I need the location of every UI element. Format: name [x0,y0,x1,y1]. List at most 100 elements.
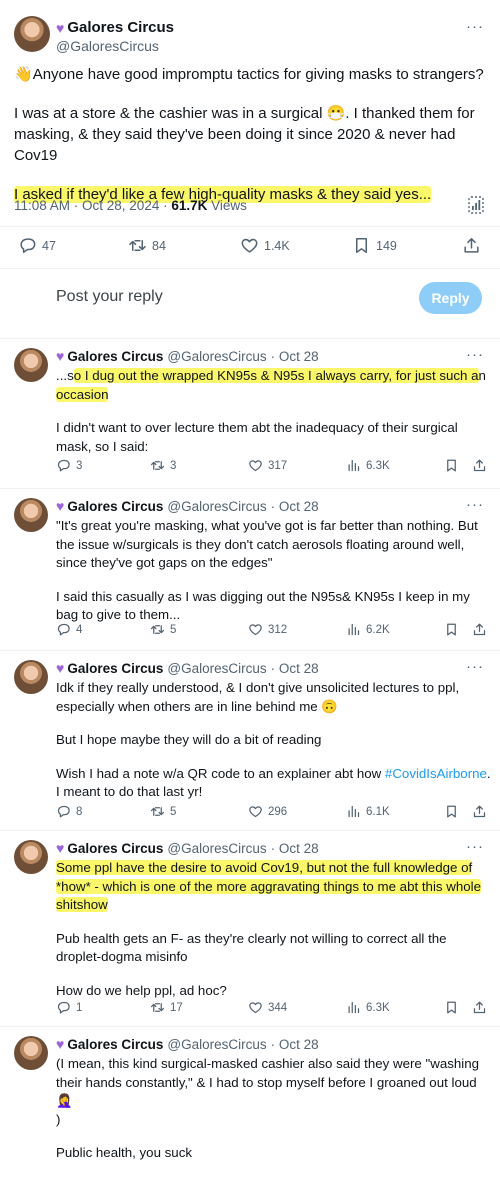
more-dots-icon[interactable]: ··· [466,838,484,855]
repost-action[interactable]: 17 [150,1000,183,1015]
reply-paragraph: How do we help ppl, ad hoc? [56,982,227,998]
repost-action[interactable]: 84 [128,236,166,255]
views-action[interactable]: 6.2K [346,622,390,637]
repost-action[interactable]: 5 [150,804,176,819]
reply-tweet[interactable]: ♥ Galores Circus @GaloresCircus · Oct 28… [0,832,500,1028]
author-handle[interactable]: @GaloresCircus [56,38,159,54]
reply-tweet[interactable]: ♥ Galores Circus @GaloresCircus · Oct 28… [0,1028,500,1160]
views-action[interactable]: 6.1K [346,804,390,819]
author-name[interactable]: Galores Circus [67,19,174,36]
divider [0,830,500,831]
repost-action[interactable]: 3 [150,458,176,473]
reply-handle[interactable]: @GaloresCircus [167,499,266,514]
like-action[interactable]: 312 [248,622,287,637]
reply-author-name[interactable]: Galores Circus [67,349,163,364]
highlighted-text: o I dug out the wrapped KN95s & N95s I a… [73,368,479,383]
reply-handle[interactable]: @GaloresCircus [167,661,266,676]
reply-header: ♥ Galores Circus @GaloresCircus · Oct 28 [56,1036,319,1052]
reply-action[interactable]: 3 [56,458,82,473]
bookmark-action[interactable] [444,458,464,473]
views-bars-icon [348,459,360,472]
more-dots-icon[interactable]: ··· [466,496,484,513]
highlighted-text: Some ppl have the desire to avoid Cov19,… [56,860,481,912]
bookmark-icon [447,459,456,472]
highlighted-text: occasion [56,386,109,402]
share-action[interactable] [472,804,492,819]
bookmark-action[interactable] [444,1000,464,1015]
reply-action[interactable]: 4 [56,622,82,637]
reply-avatar[interactable] [14,498,48,532]
like-action[interactable]: 296 [248,804,287,819]
reply-paragraph: Idk if they really understood, & I don't… [56,680,460,714]
reply-date[interactable]: · Oct 28 [271,349,319,364]
author-name-row[interactable]: ♥ Galores Circus [56,19,174,36]
more-dots-icon[interactable]: ··· [466,18,484,35]
reply-date[interactable]: · Oct 28 [271,661,319,676]
hashtag-link[interactable]: #CovidIsAirborne [385,766,487,781]
like-action[interactable]: 1.4K [240,236,290,255]
share-action[interactable] [472,622,492,637]
bookmark-action[interactable] [444,804,464,819]
reply-actions: 8 5 296 6.1K [0,804,500,824]
reply-date[interactable]: · Oct 28 [271,1037,319,1052]
reply-paragraph: (I mean, this kind surgical-masked cashi… [56,1056,480,1127]
tweet-time[interactable]: 11:08 AM · Oct 28, 2024 · [14,198,171,213]
reply-text: (I mean, this kind surgical-masked cashi… [56,1055,492,1178]
share-action[interactable] [472,458,492,473]
reply-date[interactable]: · Oct 28 [271,499,319,514]
divider [0,226,500,227]
reply-author-name[interactable]: Galores Circus [67,1037,163,1052]
heart-icon [249,460,262,472]
views-action[interactable]: 6.3K [346,1000,390,1015]
like-action[interactable]: 344 [248,1000,287,1015]
repost-action[interactable]: 5 [150,622,176,637]
reply-tweet[interactable]: ♥ Galores Circus @GaloresCircus · Oct 28… [0,652,500,832]
views-bars-icon [348,805,360,818]
reply-author-name[interactable]: Galores Circus [67,841,163,856]
reply-handle[interactable]: @GaloresCircus [167,1037,266,1052]
reply-action[interactable]: 47 [18,236,56,255]
reply-handle[interactable]: @GaloresCircus [167,841,266,856]
reply-action[interactable]: 1 [56,1000,82,1015]
share-action[interactable] [472,1000,492,1015]
reply-icon [57,459,70,472]
divider [0,268,500,269]
reply-tweet[interactable]: ♥ Galores Circus @GaloresCircus · Oct 28… [0,490,500,652]
reply-author-name[interactable]: Galores Circus [67,661,163,676]
reply-actions: 1 17 344 6.3K [0,1000,500,1020]
bookmark-icon [447,623,456,636]
like-action[interactable]: 317 [248,458,287,473]
bookmark-action[interactable]: 149 [352,236,397,255]
purple-heart-icon: ♥ [56,498,65,514]
reply-author-name[interactable]: Galores Circus [67,499,163,514]
tweet-paragraph-1: 👋Anyone have good impromptu tactics for … [14,66,484,83]
reply-button[interactable]: Reply [419,282,482,314]
reply-input[interactable]: Post your reply [56,288,163,306]
purple-heart-icon: ♥ [56,660,65,676]
bookmark-action[interactable] [444,622,464,637]
reply-header: ♥ Galores Circus @GaloresCircus · Oct 28 [56,840,319,856]
reply-date[interactable]: · Oct 28 [271,841,319,856]
share-icon [473,623,486,636]
waving-hand-emoji: 👋 [14,66,33,83]
views-label: Views [207,198,247,213]
purple-heart-icon: ♥ [56,1036,65,1052]
author-avatar[interactable] [14,16,50,52]
repost-icon [129,239,146,252]
views-action[interactable]: 6.3K [346,458,390,473]
views-bars-icon [348,1001,360,1014]
reply-paragraph: Wish I had a note w/a QR code to an expl… [56,765,491,800]
reply-avatar[interactable] [14,348,48,382]
analytics-icon[interactable] [468,196,484,214]
more-dots-icon[interactable]: ··· [466,658,484,675]
reply-paragraph: Pub health gets an F- as they're clearly… [56,930,447,965]
reply-handle[interactable]: @GaloresCircus [167,349,266,364]
reply-avatar[interactable] [14,660,48,694]
reply-avatar[interactable] [14,1036,48,1070]
share-action[interactable] [462,236,486,255]
reply-tweet[interactable]: ♥ Galores Circus @GaloresCircus · Oct 28… [0,340,500,490]
more-dots-icon[interactable]: ··· [466,346,484,363]
reply-avatar[interactable] [14,840,48,874]
repost-icon [150,625,165,634]
reply-action[interactable]: 8 [56,804,82,819]
